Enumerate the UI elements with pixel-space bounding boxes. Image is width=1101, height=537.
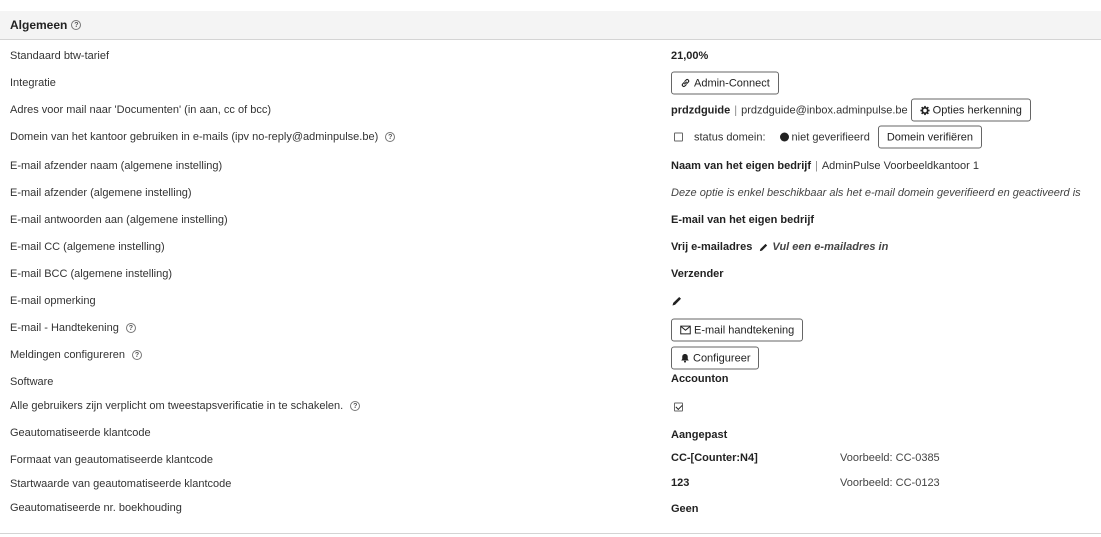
button-label: Opties herkenning	[932, 104, 1022, 116]
row-startwaarde-klantcode: Startwaarde van geautomatiseerde klantco…	[0, 472, 1101, 494]
row-formaat-klantcode: Formaat van geautomatiseerde klantcode C…	[0, 447, 1101, 469]
row-label: Software	[10, 376, 54, 388]
row-email-bcc: E-mail BCC (algemene instelling) Verzend…	[0, 263, 1101, 285]
help-icon[interactable]: ?	[132, 350, 143, 361]
row-label: Integratie	[10, 77, 56, 89]
start-example: Voorbeeld: CC-0123	[840, 477, 940, 489]
row-afzender: E-mail afzender (algemene instelling) De…	[0, 182, 1101, 204]
vat-rate-value: 21,00%	[671, 50, 709, 62]
section-title: Algemeen	[10, 18, 68, 32]
use-domain-checkbox[interactable]	[674, 132, 683, 142]
mailbox-address: prdzdguide@inbox.adminpulse.be	[741, 104, 908, 116]
row-email-opmerking: E-mail opmerking	[0, 290, 1101, 312]
row-label: Alle gebruikers zijn verplicht om tweest…	[10, 400, 344, 412]
row-meldingen: Meldingen configureren ? Configureer	[0, 344, 1101, 370]
circle-icon	[779, 132, 789, 142]
sender-name-value: AdminPulse Voorbeeldkantoor 1	[821, 160, 980, 172]
reply-to-value: E-mail van het eigen bedrijf	[671, 214, 815, 226]
pencil-icon[interactable]	[671, 295, 683, 307]
row-label: Geautomatiseerde klantcode	[10, 427, 151, 439]
status-label: status domein:	[694, 131, 766, 143]
sender-name-type: Naam van het eigen bedrijf	[671, 160, 811, 172]
accounting-number-value: Geen	[671, 503, 699, 515]
separator: |	[734, 104, 738, 116]
row-label: E-mail - Handtekening	[10, 322, 119, 334]
row-software: Software Accounton	[0, 371, 1101, 393]
row-domein: Domein van het kantoor gebruiken in e-ma…	[0, 125, 1101, 149]
button-label: Domein verifiëren	[886, 131, 974, 143]
row-integratie: Integratie Admin-Connect	[0, 71, 1101, 95]
separator: |	[814, 160, 818, 172]
help-icon[interactable]: ?	[350, 401, 361, 412]
help-icon[interactable]: ?	[125, 323, 136, 334]
row-label: E-mail opmerking	[10, 295, 96, 307]
admin-connect-button[interactable]: Admin-Connect	[671, 71, 779, 95]
opties-herkenning-button[interactable]: Opties herkenning	[910, 98, 1031, 122]
row-adres-documenten: Adres voor mail naar 'Documenten' (in aa…	[0, 98, 1101, 122]
email-handtekening-button[interactable]: E-mail handtekening	[671, 318, 804, 342]
row-klantcode: Geautomatiseerde klantcode Aangepast	[0, 422, 1101, 444]
row-label: Domein van het kantoor gebruiken in e-ma…	[10, 131, 379, 143]
section-header: Algemeen ?	[0, 11, 1101, 40]
row-handtekening: E-mail - Handtekening ? E-mail handteken…	[0, 317, 1101, 342]
bell-icon	[680, 353, 690, 364]
row-antwoorden-aan: E-mail antwoorden aan (algemene instelli…	[0, 209, 1101, 231]
envelope-icon	[680, 325, 691, 335]
row-nr-boekhouding: Geautomatiseerde nr. boekhouding Geen	[0, 497, 1101, 519]
button-label: E-mail handtekening	[694, 324, 795, 336]
configureer-button[interactable]: Configureer	[671, 346, 760, 370]
row-standaard-btw: Standaard btw-tarief 21,00%	[0, 45, 1101, 67]
pencil-icon[interactable]	[758, 242, 769, 253]
row-label: E-mail CC (algemene instelling)	[10, 241, 165, 253]
row-label: Startwaarde van geautomatiseerde klantco…	[10, 478, 232, 490]
button-label: Admin-Connect	[694, 77, 770, 89]
row-email-cc: E-mail CC (algemene instelling) Vrij e-m…	[0, 236, 1101, 258]
bcc-value: Verzender	[671, 268, 724, 280]
status-value: niet geverifieerd	[791, 131, 870, 143]
row-label: E-mail afzender naam (algemene instellin…	[10, 160, 223, 172]
help-icon[interactable]: ?	[385, 132, 396, 143]
row-label: Meldingen configureren	[10, 349, 125, 361]
row-afzender-naam: E-mail afzender naam (algemene instellin…	[0, 155, 1101, 177]
cc-type: Vrij e-mailadres	[671, 241, 753, 253]
sender-unavailable-note: Deze optie is enkel beschikbaar als het …	[671, 187, 1081, 199]
row-label: E-mail afzender (algemene instelling)	[10, 187, 192, 199]
software-value: Accounton	[671, 373, 729, 385]
row-label: Standaard btw-tarief	[10, 50, 110, 62]
button-label: Configureer	[693, 352, 751, 364]
client-code-start: 123	[671, 477, 690, 489]
mailbox-name: prdzdguide	[671, 104, 731, 116]
link-icon	[680, 78, 691, 89]
row-label: Formaat van geautomatiseerde klantcode	[10, 454, 214, 466]
cc-placeholder[interactable]: Vul een e-mailadres in	[772, 241, 888, 253]
row-tweestapsverificatie: Alle gebruikers zijn verplicht om tweest…	[0, 395, 1101, 417]
row-label: Geautomatiseerde nr. boekhouding	[10, 502, 182, 514]
row-label: E-mail antwoorden aan (algemene instelli…	[10, 214, 228, 226]
domein-verifieren-button[interactable]: Domein verifiëren	[877, 125, 983, 149]
gear-icon	[920, 105, 930, 115]
row-label: E-mail BCC (algemene instelling)	[10, 268, 173, 280]
two-factor-checkbox[interactable]	[674, 402, 683, 412]
client-code-mode: Aangepast	[671, 429, 728, 441]
format-example: Voorbeeld: CC-0385	[840, 452, 940, 464]
client-code-format: CC-[Counter:N4]	[671, 452, 758, 464]
help-icon[interactable]: ?	[71, 20, 82, 30]
row-label: Adres voor mail naar 'Documenten' (in aa…	[10, 104, 271, 116]
